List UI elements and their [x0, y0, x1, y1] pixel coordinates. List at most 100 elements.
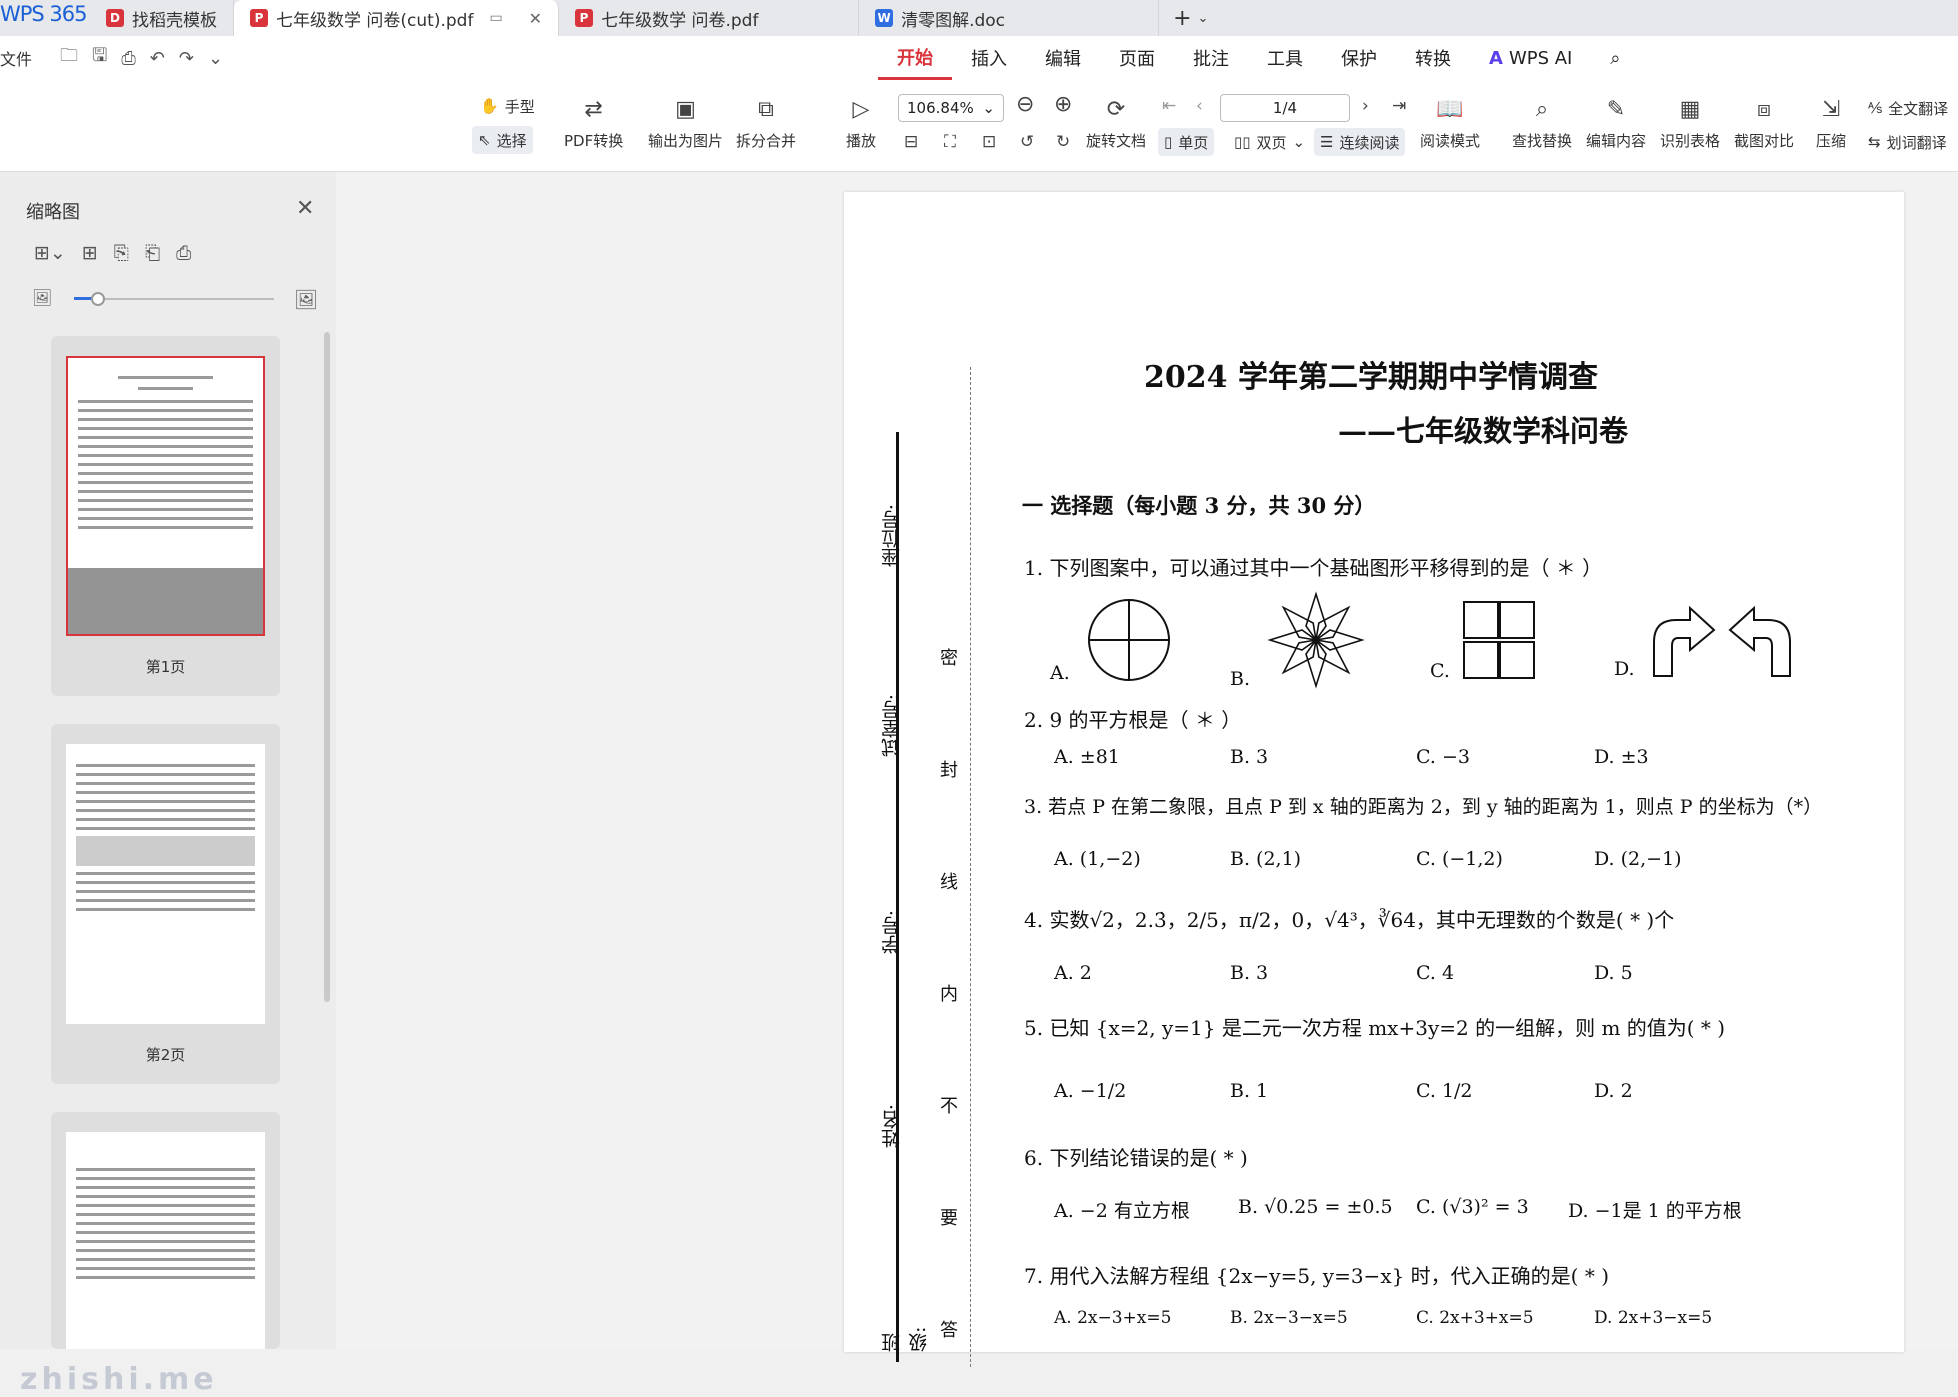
option-c: C. — [1430, 660, 1450, 682]
option-b: B. 3 — [1230, 746, 1269, 768]
zoom-out-icon[interactable]: ⊖ — [1016, 92, 1034, 117]
word-translate-button[interactable]: ⇆ 划词翻译 — [1862, 128, 1953, 156]
replace-page-icon[interactable]: ⎙ — [176, 242, 191, 264]
word-translate-icon: ⇆ — [1868, 133, 1881, 151]
button-label: 手型 — [504, 97, 535, 116]
folder-icon[interactable]: 🗀 — [60, 43, 78, 73]
extract-page-icon[interactable]: ⎗ — [145, 242, 160, 264]
close-icon[interactable]: ✕ — [529, 9, 542, 28]
option-d: D. — [1614, 658, 1635, 680]
rotate-left-icon[interactable]: ↺ — [1020, 132, 1034, 152]
recognize-table-button[interactable]: ▦ 识别表格 — [1660, 94, 1720, 151]
tab-pdf[interactable]: P 七年级数学 问卷.pdf — [559, 0, 860, 36]
read-mode-button[interactable]: 📖 阅读模式 — [1420, 94, 1480, 151]
thumbnail-label: 第2页 — [145, 1046, 186, 1064]
play-button[interactable]: ▷ 播放 — [846, 94, 876, 151]
export-image-button[interactable]: ▣ 输出为图片 — [648, 94, 723, 151]
seat-number-label: 座位号: — [881, 504, 903, 568]
print-icon[interactable]: ⎙ — [121, 48, 135, 69]
thumbnail-size-slider[interactable]: 🖼 🖼 — [32, 286, 322, 311]
screenshot-compare-button[interactable]: ⧈ 截图对比 — [1734, 94, 1794, 151]
zoom-in-icon[interactable]: ⊕ — [1054, 92, 1072, 117]
tab-template[interactable]: D 找稻壳模板 — [90, 0, 234, 36]
continuous-read-button[interactable]: ☰ 连续阅读 — [1314, 128, 1406, 156]
new-tab-button[interactable]: + ⌄ — [1159, 0, 1222, 36]
option-d: D. 5 — [1594, 962, 1633, 984]
tab-pdf-cut[interactable]: P 七年级数学 问卷(cut).pdf ▭ ✕ — [234, 0, 560, 36]
button-label: 全文翻译 — [1888, 99, 1949, 118]
translate-icon: ⅍ — [1868, 99, 1883, 117]
split-merge-button[interactable]: ⧉ 拆分合并 — [736, 94, 796, 151]
fit-width-icon[interactable]: ⊟ — [904, 132, 918, 152]
prev-page-icon[interactable]: ‹ — [1196, 96, 1203, 116]
menu-edit[interactable]: 编辑 — [1026, 36, 1100, 80]
star-petal — [1305, 591, 1327, 642]
pdf-convert-button[interactable]: ⇄ PDF转换 — [564, 94, 623, 151]
watermark: zhishi.me — [20, 1362, 218, 1397]
ribbon-toolbar: ✋ 手型 ⇖ 选择 ⇄ PDF转换 ▣ 输出为图片 ⧉ 拆分合并 ▷ 播放 106.84% ⌄… — [0, 80, 1958, 172]
redo-icon[interactable]: ↷ — [179, 48, 194, 69]
document-viewer[interactable]: 座位号: 试室号: 学号: 姓名: 班级: 密 封 线 内 不 要 答 2024… — [336, 172, 1958, 1367]
menu-start[interactable]: 开始 — [878, 36, 952, 80]
menu-comment[interactable]: 批注 — [1174, 36, 1248, 80]
question-6: 6. 下列结论错误的是( * ) — [1024, 1146, 1248, 1170]
page-settings-icon[interactable]: ⎘ — [114, 242, 129, 264]
thumbnail-page-2[interactable]: 第2页 — [51, 724, 280, 1084]
option-a: A. (1,−2) — [1054, 848, 1141, 870]
menu-label: WPS AI — [1508, 47, 1573, 69]
chevron-down-icon[interactable]: ⌄ — [208, 48, 223, 69]
compress-icon: ⇲ — [1821, 96, 1841, 122]
button-label: 识别表格 — [1660, 132, 1721, 150]
next-page-icon[interactable]: › — [1362, 96, 1369, 116]
page-number-input[interactable]: 1/4 — [1220, 94, 1350, 122]
double-page-icon: ▯▯ — [1234, 133, 1251, 151]
actual-size-icon[interactable]: ⊡ — [982, 132, 996, 152]
seal-line — [970, 367, 971, 1367]
question-1: 1. 下列图案中，可以通过其中一个基础图形平移得到的是（ ＊ ） — [1024, 556, 1603, 580]
menu-convert[interactable]: 转换 — [1396, 36, 1470, 80]
menu-protect[interactable]: 保护 — [1322, 36, 1396, 80]
thumbnail-page-1[interactable]: 第1页 — [51, 336, 280, 696]
double-page-button[interactable]: ▯▯ 双页 ⌄ — [1228, 128, 1311, 156]
chevron-down-icon[interactable]: ⌄ — [1198, 11, 1209, 26]
menu-tools[interactable]: 工具 — [1248, 36, 1322, 80]
close-icon[interactable]: ✕ — [296, 196, 314, 221]
star-petal — [1281, 605, 1317, 641]
menu-insert[interactable]: 插入 — [952, 36, 1026, 80]
file-menu[interactable]: 文件 — [0, 46, 32, 70]
button-label: 拆分合并 — [736, 132, 797, 150]
zoom-select[interactable]: 106.84% ⌄ — [898, 94, 1004, 122]
tab-doc[interactable]: W 清零图解.doc — [859, 0, 1160, 36]
grid-view-icon[interactable]: ⊞⌄ — [34, 242, 66, 264]
save-icon[interactable]: 🖫 — [92, 43, 107, 73]
sidebar-scrollbar[interactable] — [324, 332, 330, 1002]
thumbnail-page-3[interactable] — [51, 1112, 280, 1349]
select-tool-button[interactable]: ⇖ 选择 — [472, 126, 533, 154]
rotate-right-icon[interactable]: ↻ — [1056, 132, 1070, 152]
fit-page-icon[interactable]: ⛶ — [944, 132, 956, 152]
star-petal — [1305, 638, 1327, 689]
last-page-icon[interactable]: ⇥ — [1392, 96, 1406, 116]
compress-button[interactable]: ⇲ 压缩 — [1816, 94, 1846, 151]
single-page-button[interactable]: ▯ 单页 — [1158, 128, 1215, 156]
undo-icon[interactable]: ↶ — [150, 48, 165, 69]
slider-handle[interactable] — [91, 292, 105, 306]
hand-icon: ✋ — [480, 97, 499, 115]
tab-label: 七年级数学 问卷(cut).pdf — [276, 10, 474, 31]
large-image-icon: 🖼 — [294, 289, 319, 311]
rotate-doc-button[interactable]: ⟳ 旋转文档 — [1086, 94, 1146, 151]
menu-page[interactable]: 页面 — [1100, 36, 1174, 80]
hand-tool-button[interactable]: ✋ 手型 — [474, 92, 541, 120]
monitor-icon[interactable]: ▭ — [489, 10, 502, 26]
wps-ai-icon: A — [1489, 47, 1503, 69]
full-translate-button[interactable]: ⅍ 全文翻译 — [1862, 94, 1954, 122]
edit-content-button[interactable]: ✎ 编辑内容 — [1586, 94, 1646, 151]
continuous-icon: ☰ — [1320, 133, 1334, 151]
option-c: C. (√3)² = 3 — [1416, 1196, 1529, 1218]
first-page-icon[interactable]: ⇤ — [1162, 96, 1176, 116]
menu-wps-ai[interactable]: A WPS AI — [1470, 36, 1591, 80]
search-icon[interactable]: ⌕ — [1591, 36, 1639, 80]
option-d: D. ±3 — [1594, 746, 1649, 768]
find-replace-button[interactable]: ⌕ 查找替换 — [1512, 94, 1572, 151]
insert-page-icon[interactable]: ⊞ — [82, 242, 98, 264]
